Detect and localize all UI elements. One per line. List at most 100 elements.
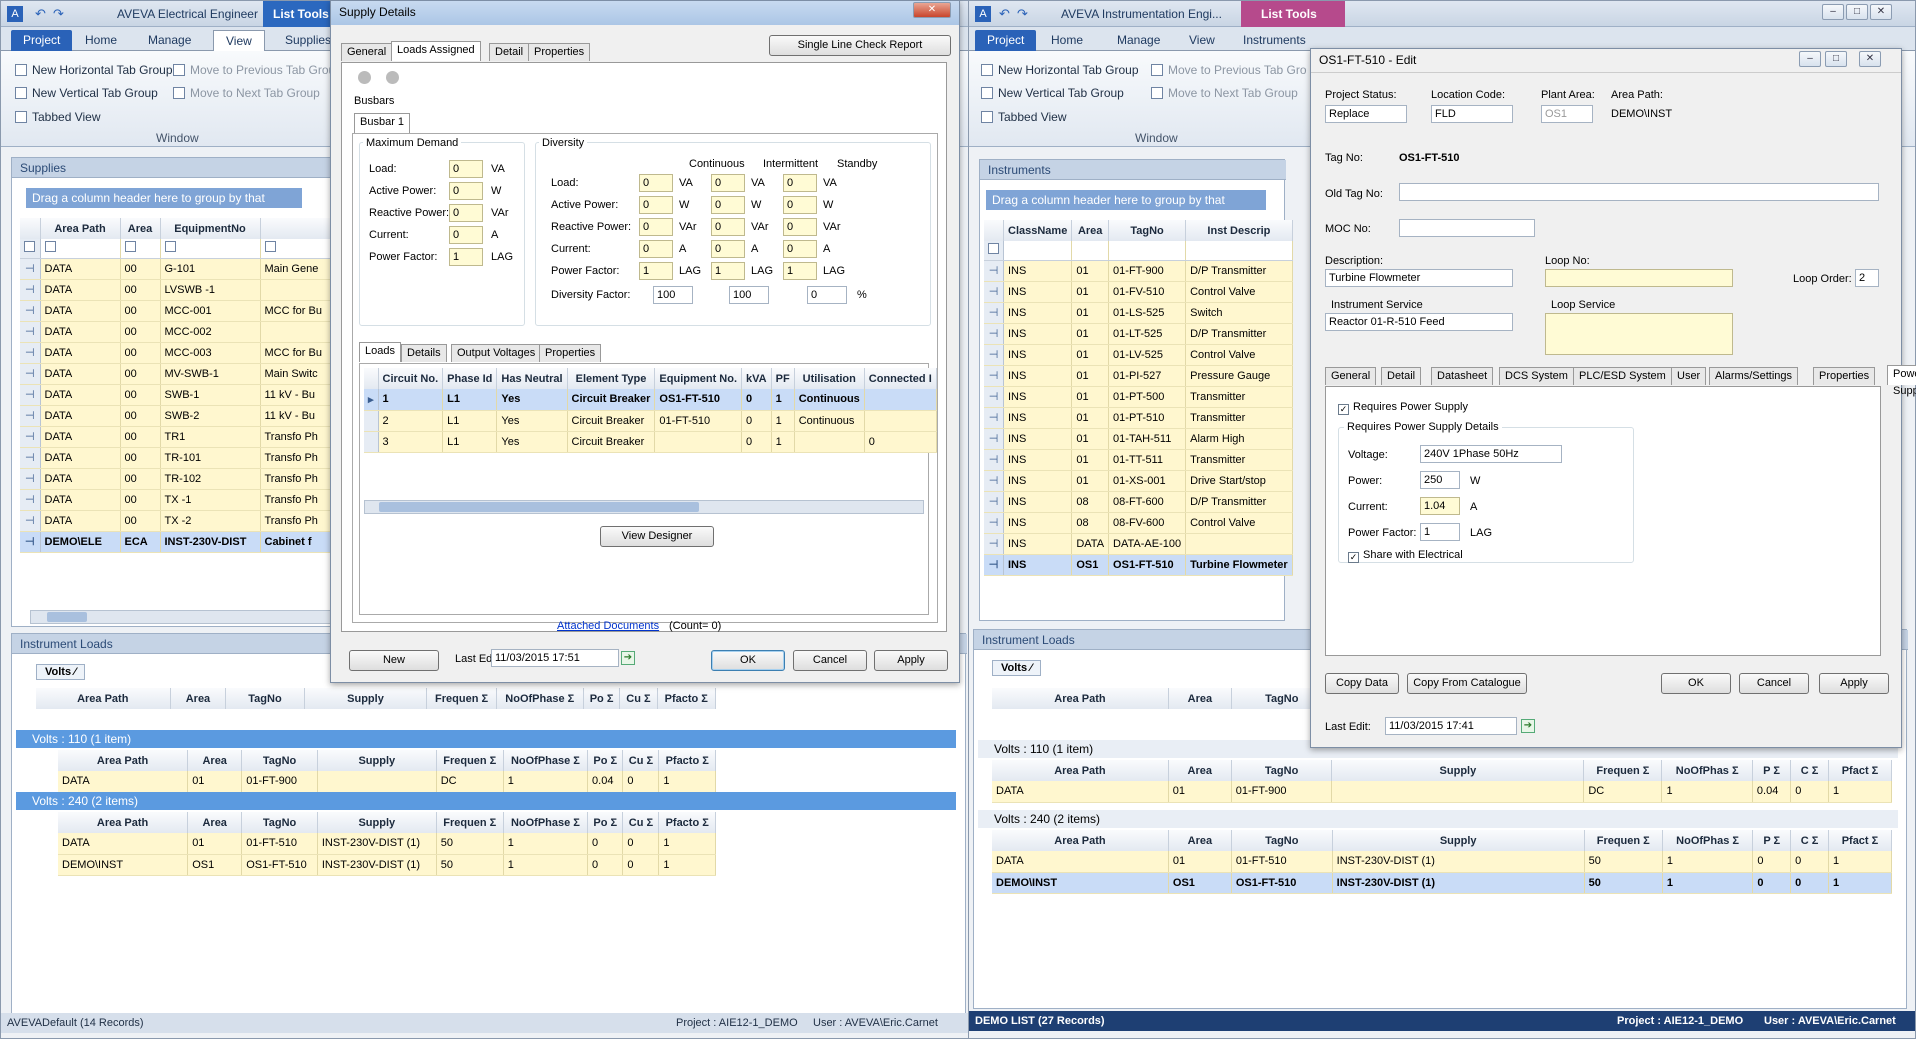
tab-instruments[interactable]: Instruments	[1231, 30, 1318, 51]
pin-icon[interactable]: ⊣	[20, 342, 41, 364]
cancel-button[interactable]: Cancel	[1739, 673, 1809, 694]
volts-240-group[interactable]: Volts : 240 (2 items)	[16, 792, 956, 810]
table-row[interactable]: ⊣ INS 01 01-PI-527 Pressure Gauge	[984, 365, 1293, 387]
column-header[interactable]: Area Path	[36, 688, 171, 709]
left-group1-grid[interactable]: Area Path Area TagNo Supply Frequen Σ NoOfPha…	[58, 750, 716, 793]
pin-icon[interactable]: ⊣	[20, 279, 41, 301]
table-row[interactable]: ⊣ DATA 00 MV-SWB-1 Main Switc	[20, 363, 342, 385]
column-header[interactable]: TagNo	[225, 688, 305, 709]
max-demand-value[interactable]: 0	[449, 226, 483, 244]
tab-general[interactable]: General	[341, 43, 393, 61]
remove-circle-icon[interactable]	[386, 71, 399, 84]
column-header[interactable]: PF	[771, 368, 795, 389]
column-header[interactable]: Frequen Σ	[1584, 830, 1663, 851]
table-row[interactable]: DATA 01 01-FT-510 INST-230V-DIST (1) 50 1 0 0 1	[58, 833, 716, 855]
redo-icon[interactable]: ↷	[1017, 6, 1028, 22]
table-row[interactable]: ⊣ DATA 00 MCC-002	[20, 321, 342, 343]
column-header[interactable]: Supply	[1331, 760, 1585, 781]
column-header[interactable]: TagNo	[241, 812, 318, 833]
column-header[interactable]: NoOfPhas Σ	[1661, 760, 1753, 781]
move-next-tab-group[interactable]: Move to Next Tab Group	[1151, 86, 1298, 100]
tab-view[interactable]: View	[213, 30, 265, 51]
filter-cell[interactable]	[40, 239, 121, 259]
column-header[interactable]: Pfacto Σ	[657, 688, 717, 709]
column-header[interactable]: Area Path	[992, 830, 1169, 851]
attached-documents-link[interactable]: Attached Documents	[557, 620, 659, 632]
pin-icon[interactable]: ⊣	[984, 407, 1004, 429]
column-header[interactable]: Area	[170, 688, 227, 709]
tab-home[interactable]: Home	[1039, 30, 1095, 51]
diversity-value[interactable]: 0	[639, 196, 673, 214]
table-row[interactable]: DEMO\INST OS1 OS1-FT-510 INST-230V-DIST (1)…	[58, 854, 716, 876]
scroll-thumb[interactable]	[379, 502, 699, 512]
filter-cell[interactable]	[1003, 241, 1073, 261]
column-header[interactable]: NoOfPhase Σ	[503, 750, 589, 771]
column-header[interactable]: TagNo	[1231, 830, 1333, 851]
column-header[interactable]: Frequen Σ	[1583, 760, 1663, 781]
pin-icon[interactable]: ⊣	[20, 510, 41, 532]
go-arrow-icon[interactable]: ➔	[621, 651, 635, 665]
diversity-value[interactable]: 0	[639, 240, 673, 258]
column-header[interactable]: Has Neutral	[496, 368, 568, 389]
column-header[interactable]: C Σ	[1790, 830, 1829, 851]
pin-icon[interactable]: ⊣	[20, 384, 41, 406]
tabbed-view[interactable]: Tabbed View	[981, 110, 1067, 124]
maximize-icon[interactable]: □	[1846, 4, 1868, 20]
table-row[interactable]: ⊣ DATA 00 TX -2 Transfo Ph	[20, 510, 342, 532]
edit-tab[interactable]: Detail	[1381, 367, 1422, 385]
pin-icon[interactable]: ⊣	[20, 426, 41, 448]
table-row[interactable]: ⊣ DATA 00 SWB-1 11 kV - Bu	[20, 384, 342, 406]
row-selector[interactable]	[364, 431, 379, 453]
column-header[interactable]: NoOfPhas Σ	[1662, 830, 1754, 851]
pin-icon[interactable]: ⊣	[984, 302, 1004, 324]
table-row[interactable]: ▸ 1 L1 Yes Circuit Breaker OS1-FT-510 0 1 Contin…	[364, 389, 937, 411]
column-header[interactable]: C Σ	[1790, 760, 1829, 781]
table-row[interactable]: ⊣ DATA 00 TR-101 Transfo Ph	[20, 447, 342, 469]
current-input[interactable]: 1.04	[1420, 497, 1460, 515]
column-header[interactable]: Phase Id	[442, 368, 498, 389]
pin-icon[interactable]: ⊣	[984, 449, 1004, 471]
pin-icon[interactable]: ⊣	[984, 365, 1004, 387]
table-row[interactable]: DATA 01 01-FT-510 INST-230V-DIST (1) 50 1 0 0 1	[992, 851, 1893, 873]
diversity-factor-continuous[interactable]: 100	[653, 286, 693, 304]
col-tagno[interactable]: TagNo	[1108, 220, 1187, 241]
list-tools-context-tab[interactable]: List Tools	[1241, 1, 1345, 27]
column-header[interactable]: Supply	[317, 750, 437, 771]
pin-icon[interactable]: ⊣	[984, 428, 1004, 450]
table-row[interactable]: ⊣ INS 01 01-PT-500 Transmitter	[984, 386, 1293, 408]
diversity-value[interactable]: 1	[783, 262, 817, 280]
table-row[interactable]: ⊣ INS OS1 OS1-FT-510 Turbine Flowmeter	[984, 554, 1293, 576]
col-equipment-no[interactable]: EquipmentNo	[160, 218, 261, 239]
edit-tab[interactable]: Datasheet	[1431, 367, 1494, 385]
close-icon[interactable]: ✕	[1870, 4, 1892, 20]
apply-button[interactable]: Apply	[1819, 673, 1889, 694]
table-row[interactable]: ⊣ INS 01 01-LS-525 Switch	[984, 302, 1293, 324]
column-header[interactable]: Frequen Σ	[436, 812, 504, 833]
column-header[interactable]: Area	[1168, 760, 1232, 781]
table-row[interactable]: ⊣ DATA 00 SWB-2 11 kV - Bu	[20, 405, 342, 427]
table-row[interactable]: ⊣ DATA 00 G-101 Main Gene	[20, 258, 342, 280]
left-group2-grid[interactable]: Area Path Area TagNo Supply Frequen Σ NoOfPha…	[58, 812, 716, 876]
power-factor-input[interactable]: 1	[1420, 523, 1460, 541]
column-header[interactable]: Area	[187, 750, 243, 771]
tab-project[interactable]: Project	[11, 30, 73, 51]
tab-project[interactable]: Project	[975, 30, 1037, 51]
description-select[interactable]: Turbine Flowmeter	[1325, 269, 1513, 287]
column-header[interactable]: P Σ	[1752, 830, 1792, 851]
move-prev-tab-group[interactable]: Move to Previous Tab Gro	[1151, 63, 1307, 77]
assigned-loads-grid[interactable]: Circuit No. Phase Id Has Neutral Element Ty…	[364, 368, 937, 453]
diversity-value[interactable]: 0	[783, 174, 817, 192]
filter-cell[interactable]	[120, 239, 161, 259]
max-demand-value[interactable]: 1	[449, 248, 483, 266]
edit-tab[interactable]: PLC/ESD System	[1573, 367, 1672, 385]
pin-icon[interactable]: ⊣	[20, 363, 41, 385]
loads-hscroll[interactable]	[364, 500, 924, 514]
tab-manage[interactable]: Manage	[1105, 30, 1172, 51]
redo-icon[interactable]: ↷	[53, 6, 64, 22]
loop-service-input[interactable]	[1545, 313, 1733, 355]
column-header[interactable]: Connected I	[864, 368, 937, 389]
table-row[interactable]: ⊣ INS 01 01-TAH-511 Alarm High	[984, 428, 1293, 450]
project-status-select[interactable]: Replace	[1325, 105, 1407, 123]
voltage-select[interactable]: 240V 1Phase 50Hz	[1420, 445, 1562, 463]
table-row[interactable]: ⊣ INS 01 01-TT-511 Transmitter	[984, 449, 1293, 471]
